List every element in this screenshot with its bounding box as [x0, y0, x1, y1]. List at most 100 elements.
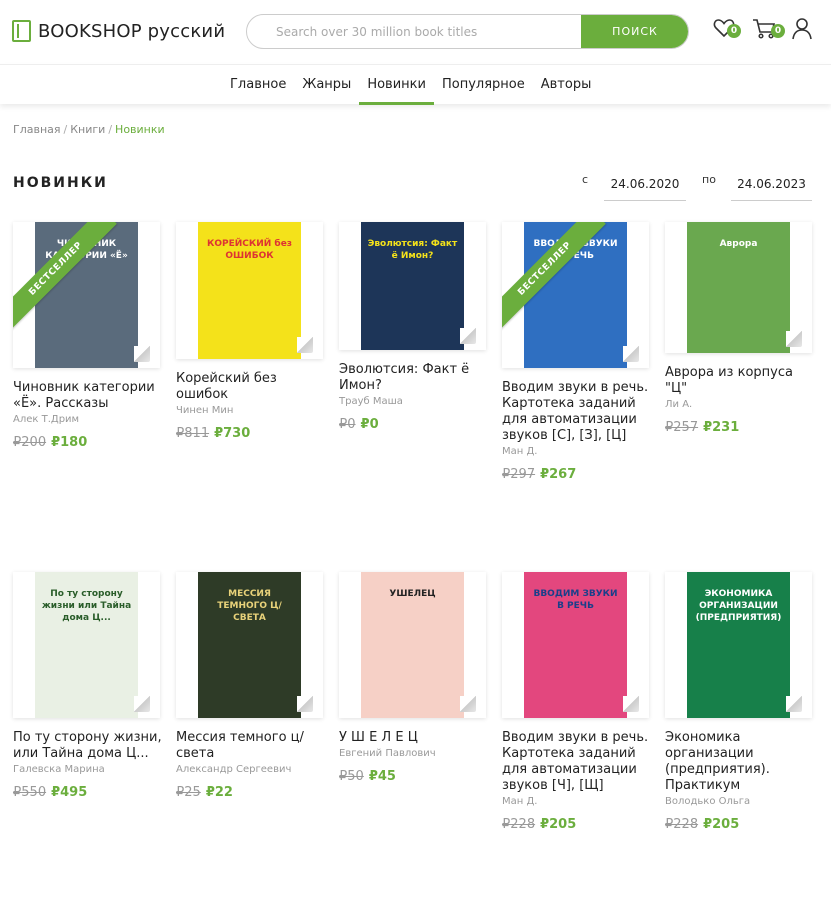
nav-item[interactable]: Жанры [294, 65, 359, 105]
nav-item[interactable]: Главное [222, 65, 294, 105]
book-author[interactable]: Ман Д. [502, 446, 654, 457]
book-cover[interactable]: Аврора [665, 222, 812, 353]
book-cover[interactable]: ЧИНОВНИК КАТЕГОРИИ «Ё»БЕСТСЕЛЛЕР [13, 222, 160, 368]
date-to-input[interactable] [731, 168, 812, 201]
book-author[interactable]: Евгений Павлович [339, 748, 491, 759]
book-cover[interactable]: По ту сторону жизни или Тайна дома Ц... [13, 572, 160, 718]
book-title[interactable]: Экономика организации (предприятия). Пра… [665, 730, 817, 794]
book-cover[interactable]: ВВОДИМ ЗВУКИ В РЕЧЬБЕСТСЕЛЛЕР [502, 222, 649, 368]
cover-image: Аврора [687, 222, 790, 353]
old-price: ₽0 [339, 417, 356, 432]
current-price: ₽180 [51, 435, 88, 450]
page-curl-icon [460, 328, 476, 344]
current-price: ₽0 [360, 417, 379, 432]
book-title[interactable]: Чиновник категории «Ё». Рассказы [13, 380, 165, 412]
cover-title-text: УШЕЛЕЦ [389, 589, 436, 599]
current-price: ₽22 [205, 785, 233, 800]
price-row: ₽50 ₽45 [339, 769, 491, 784]
wishlist-button[interactable]: 0 [713, 18, 741, 42]
nav-item[interactable]: Авторы [533, 65, 600, 105]
book-author[interactable]: Галевска Марина [13, 764, 165, 775]
product-card[interactable]: УШЕЛЕЦ У Ш Е Л Е Ц Евгений Павлович ₽50 ₽45 [339, 572, 491, 784]
book-title[interactable]: У Ш Е Л Е Ц [339, 730, 491, 746]
old-price: ₽257 [665, 420, 699, 435]
book-cover[interactable]: ВВОДИМ ЗВУКИ В РЕЧЬ [502, 572, 649, 718]
book-cover[interactable]: УШЕЛЕЦ [339, 572, 486, 718]
book-title[interactable]: Эволютсия: Факт ё Имон? [339, 362, 491, 394]
book-author[interactable]: Володько Ольга [665, 796, 817, 807]
old-price: ₽297 [502, 467, 536, 482]
search-bar: ПОИСК [246, 14, 689, 49]
book-cover[interactable]: МЕССИЯ ТЕМНОГО Ц/СВЕТА [176, 572, 323, 718]
book-title[interactable]: Аврора из корпуса "Ц" [665, 365, 817, 397]
price-row: ₽200 ₽180 [13, 435, 165, 450]
book-cover[interactable]: Эволютсия: Факт ё Имон? [339, 222, 486, 350]
book-author[interactable]: Ман Д. [502, 796, 654, 807]
breadcrumb-separator: / [108, 123, 113, 136]
book-author[interactable]: Александр Сергеевич [176, 764, 328, 775]
price-row: ₽25 ₽22 [176, 785, 328, 800]
book-title[interactable]: Вводим звуки в речь. Картотека заданий д… [502, 730, 654, 794]
old-price: ₽811 [176, 426, 210, 441]
product-card[interactable]: По ту сторону жизни или Тайна дома Ц... П… [13, 572, 165, 800]
product-card[interactable]: ЭКОНОМИКА ОРГАНИЗАЦИИ (ПРЕДПРИЯТИЯ) Эконо… [665, 572, 817, 832]
old-price: ₽50 [339, 769, 364, 784]
book-cover[interactable]: КОРЕЙСКИЙ без ОШИБОК [176, 222, 323, 359]
current-price: ₽231 [703, 420, 740, 435]
book-author[interactable]: Чинен Мин [176, 405, 328, 416]
cover-title-text: Аврора [719, 239, 758, 249]
price-row: ₽0 ₽0 [339, 417, 491, 432]
book-title[interactable]: Вводим звуки в речь. Картотека заданий д… [502, 380, 654, 444]
product-card[interactable]: ВВОДИМ ЗВУКИ В РЕЧЬ Вводим звуки в речь. … [502, 572, 654, 832]
page-curl-icon [134, 696, 150, 712]
price-row: ₽257 ₽231 [665, 420, 817, 435]
breadcrumb-books[interactable]: Книги [70, 123, 105, 136]
cover-image: МЕССИЯ ТЕМНОГО Ц/СВЕТА [198, 572, 301, 718]
book-title[interactable]: По ту сторону жизни, или Тайна дома Ц... [13, 730, 165, 762]
search-button[interactable]: ПОИСК [581, 15, 688, 48]
price-row: ₽228 ₽205 [665, 817, 817, 832]
book-author[interactable]: Ли А. [665, 399, 817, 410]
page-curl-icon [623, 696, 639, 712]
current-price: ₽730 [214, 426, 251, 441]
book-author[interactable]: Алек Т.Дрим [13, 414, 165, 425]
current-price: ₽205 [703, 817, 740, 832]
cart-button[interactable]: 0 [752, 18, 785, 44]
breadcrumb: Главная / Книги / Новинки [13, 123, 165, 136]
breadcrumb-current: Новинки [115, 123, 165, 136]
old-price: ₽550 [13, 785, 47, 800]
date-from-input[interactable] [604, 168, 686, 201]
cover-title-text: МЕССИЯ ТЕМНОГО Ц/СВЕТА [217, 589, 282, 623]
date-from-label: с [582, 173, 589, 186]
product-card[interactable]: Эволютсия: Факт ё Имон? Эволютсия: Факт ё… [339, 222, 491, 432]
user-icon [792, 18, 812, 40]
book-icon [12, 20, 31, 42]
page-curl-icon [460, 696, 476, 712]
page-curl-icon [297, 696, 313, 712]
product-card[interactable]: Аврора Аврора из корпуса "Ц" Ли А. ₽257 ₽231 [665, 222, 817, 435]
current-price: ₽45 [368, 769, 396, 784]
product-card[interactable]: ВВОДИМ ЗВУКИ В РЕЧЬБЕСТСЕЛЛЕР Вводим звук… [502, 222, 654, 482]
current-price: ₽495 [51, 785, 88, 800]
account-button[interactable] [792, 18, 812, 44]
book-author[interactable]: Трауб Маша [339, 396, 491, 407]
search-input[interactable] [247, 15, 581, 48]
page-title: НОВИНКИ [13, 175, 108, 191]
logo[interactable]: BOOKSHOP русский [12, 20, 225, 42]
book-title[interactable]: Корейский без ошибок [176, 371, 328, 403]
page-curl-icon [134, 346, 150, 362]
book-title[interactable]: Мессия темного ц/света [176, 730, 328, 762]
nav-item[interactable]: Новинки [359, 65, 434, 105]
nav-item[interactable]: Популярное [434, 65, 533, 105]
breadcrumb-home[interactable]: Главная [13, 123, 61, 136]
product-card[interactable]: КОРЕЙСКИЙ без ОШИБОК Корейский без ошибок… [176, 222, 328, 441]
page-curl-icon [297, 337, 313, 353]
cover-image: По ту сторону жизни или Тайна дома Ц... [35, 572, 138, 718]
cover-image: КОРЕЙСКИЙ без ОШИБОК [198, 222, 301, 359]
cover-title-text: По ту сторону жизни или Тайна дома Ц... [41, 589, 132, 623]
book-cover[interactable]: ЭКОНОМИКА ОРГАНИЗАЦИИ (ПРЕДПРИЯТИЯ) [665, 572, 812, 718]
product-card[interactable]: ЧИНОВНИК КАТЕГОРИИ «Ё»БЕСТСЕЛЛЕР Чиновник… [13, 222, 165, 450]
cover-title-text: Эволютсия: Факт ё Имон? [367, 239, 458, 261]
current-price: ₽205 [540, 817, 577, 832]
product-card[interactable]: МЕССИЯ ТЕМНОГО Ц/СВЕТА Мессия темного ц/с… [176, 572, 328, 800]
